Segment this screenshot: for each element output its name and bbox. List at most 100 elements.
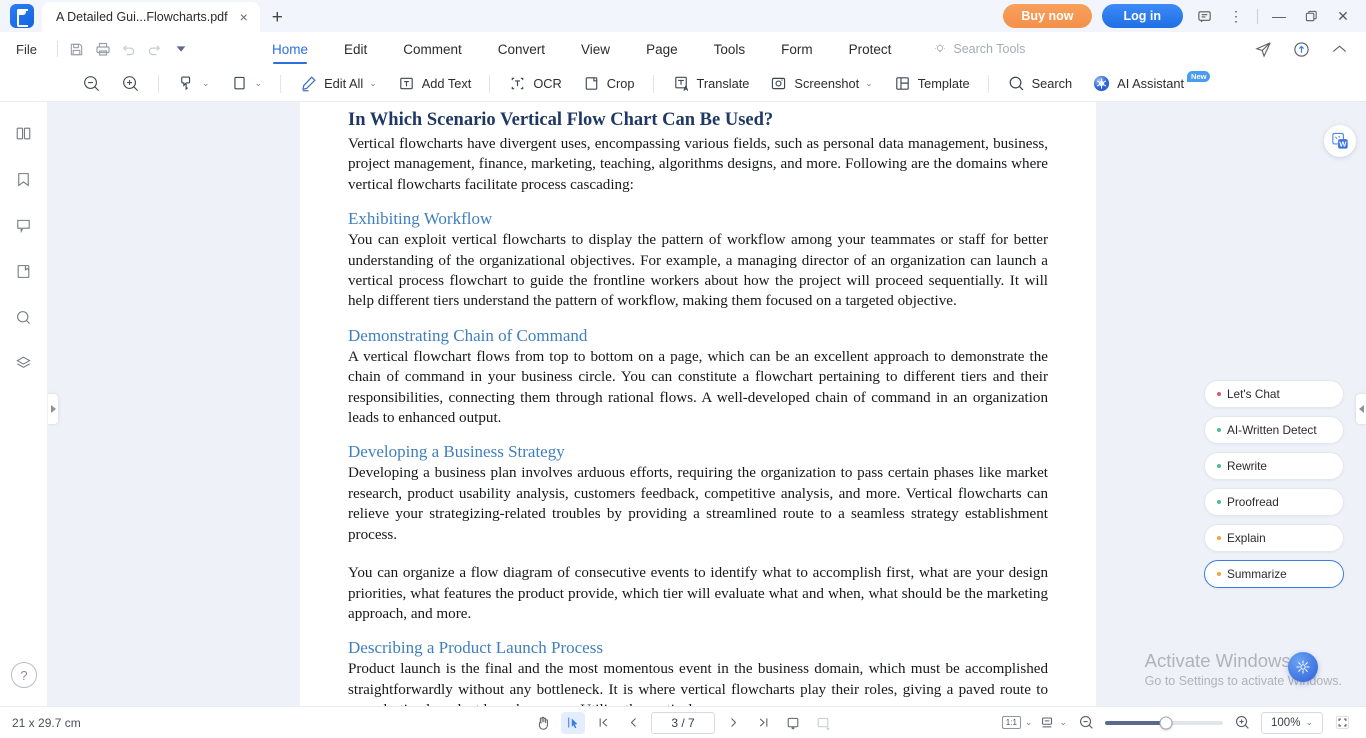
tab-tools[interactable]: Tools [696,32,764,66]
search-tools-field[interactable]: Search Tools [933,42,1025,56]
zoom-in-icon [123,76,139,92]
page-layout-selector[interactable]: ⌄ [1039,715,1067,731]
chevron-down-icon: ⌄ [1305,717,1313,727]
more-options-icon[interactable]: ⋮ [1225,5,1247,27]
thumbnails-icon[interactable] [11,120,37,146]
page-view-icon [233,76,245,90]
document-tab[interactable]: A Detailed Gui...Flowcharts.pdf × [42,2,260,32]
tab-form[interactable]: Form [763,32,831,66]
search-button[interactable]: Search [997,70,1083,97]
last-page-button[interactable] [751,712,775,734]
template-button[interactable]: Template [883,70,980,97]
hand-tool-button[interactable] [531,712,555,734]
redo-icon[interactable] [142,37,168,61]
previous-page-button[interactable] [621,712,645,734]
document-canvas[interactable]: In Which Scenario Vertical Flow Chart Ca… [48,102,1366,706]
chevron-left-icon [1358,405,1364,413]
new-badge: New [1187,71,1211,82]
collapse-ribbon-icon[interactable] [1328,38,1350,60]
screenshot-button[interactable]: Screenshot ⌄ [759,70,882,97]
cloud-upload-icon[interactable] [1290,38,1312,60]
search-icon[interactable] [11,304,37,330]
zoom-out-button[interactable] [72,70,111,97]
ai-action-rewrite[interactable]: Rewrite [1204,452,1344,480]
status-dot [1217,428,1221,432]
ai-action-summarize[interactable]: Summarize [1204,560,1344,588]
ai-assistant-fab[interactable] [1288,652,1318,682]
chevron-down-icon: ⌄ [1059,717,1067,727]
save-icon[interactable] [64,37,90,61]
print-icon[interactable] [90,37,116,61]
file-menu[interactable]: File [0,42,51,57]
tab-comment[interactable]: Comment [385,32,480,66]
select-tool-button[interactable]: ⌄ [167,70,220,97]
zoom-out-button[interactable] [1074,712,1098,734]
tab-home[interactable]: Home [254,32,326,66]
tab-edit[interactable]: Edit [326,32,385,66]
select-tool-button[interactable] [561,711,585,734]
section-paragraph: You can exploit vertical flowcharts to d… [348,232,1048,310]
ai-action-explain[interactable]: Explain [1204,524,1344,552]
comment-icon[interactable] [11,212,37,238]
ai-assistant-icon [1094,75,1110,92]
tab-convert[interactable]: Convert [480,32,563,66]
maximize-button[interactable] [1300,5,1322,27]
tab-view[interactable]: View [563,32,628,66]
undo-icon[interactable] [116,37,142,61]
svg-text:W: W [1339,139,1347,148]
document-heading: In Which Scenario Vertical Flow Chart Ca… [348,110,774,130]
collapse-left-panel-handle[interactable] [48,394,58,424]
zoom-slider-knob[interactable] [1159,716,1173,729]
add-text-button[interactable]: Add Text [387,70,482,97]
layers-icon[interactable] [11,350,37,376]
collapse-right-panel-handle[interactable] [1356,394,1366,424]
ai-action-proofread[interactable]: Proofread [1204,488,1344,516]
zoom-slider-fill [1105,720,1167,725]
ai-action-ai-written-detect[interactable]: AI-Written Detect [1204,416,1344,444]
toolbar-divider [489,74,491,93]
title-bar-actions: Buy now Log in ⋮ — ✕ [1003,4,1366,32]
ai-action-lets-chat[interactable]: Let's Chat [1204,380,1344,408]
zoom-in-button[interactable] [111,70,150,97]
new-tab-icon[interactable]: + [272,8,283,27]
status-dot [1217,572,1221,576]
share-icon[interactable] [1252,38,1274,60]
help-button[interactable]: ? [11,662,37,688]
page-number-input[interactable]: 3 / 7 [651,711,715,734]
translate-button[interactable]: Translate [662,70,760,97]
log-in-button[interactable]: Log in [1101,4,1183,28]
edit-all-button[interactable]: Edit All ⌄ [289,70,387,97]
close-tab-icon[interactable]: × [238,10,250,24]
zoom-slider[interactable] [1105,716,1223,729]
template-label: Template [917,76,970,91]
fullscreen-icon [1335,715,1349,730]
close-window-button[interactable]: ✕ [1332,5,1354,27]
single-page-scroll-button[interactable] [781,712,805,734]
ai-assistant-button[interactable]: AI Assistant New [1082,70,1223,97]
ai-action-label: Summarize [1227,567,1287,581]
ocr-button[interactable]: OCR [498,70,571,97]
tab-protect[interactable]: Protect [831,32,910,66]
continuous-scroll-button[interactable] [811,712,835,734]
titlebar-divider [1257,8,1258,24]
chevron-down-icon: ⌄ [865,78,873,88]
customize-toolbar-caret-icon[interactable] [168,37,194,61]
zoom-in-button[interactable] [1230,712,1254,734]
crop-button[interactable]: Crop [572,70,645,97]
zoom-level-selector[interactable]: 100% ⌄ [1261,711,1323,734]
pdf-page[interactable]: In Which Scenario Vertical Flow Chart Ca… [300,102,1096,706]
fullscreen-button[interactable] [1330,712,1354,734]
feedback-icon[interactable] [1193,5,1215,27]
bookmark-icon[interactable] [11,166,37,192]
chevron-right-icon [50,405,56,413]
page-view-button[interactable]: ⌄ [220,70,273,97]
buy-now-button[interactable]: Buy now [1003,4,1092,28]
minimize-button[interactable]: — [1268,5,1290,27]
ai-assistant-label: AI Assistant [1117,76,1185,91]
fit-mode-selector[interactable]: 1:1 ⌄ [1001,716,1032,729]
first-page-button[interactable] [591,712,615,734]
tab-page[interactable]: Page [628,32,696,66]
attachment-icon[interactable] [11,258,37,284]
next-page-button[interactable] [721,712,745,734]
convert-to-word-icon[interactable]: W [1324,125,1356,157]
